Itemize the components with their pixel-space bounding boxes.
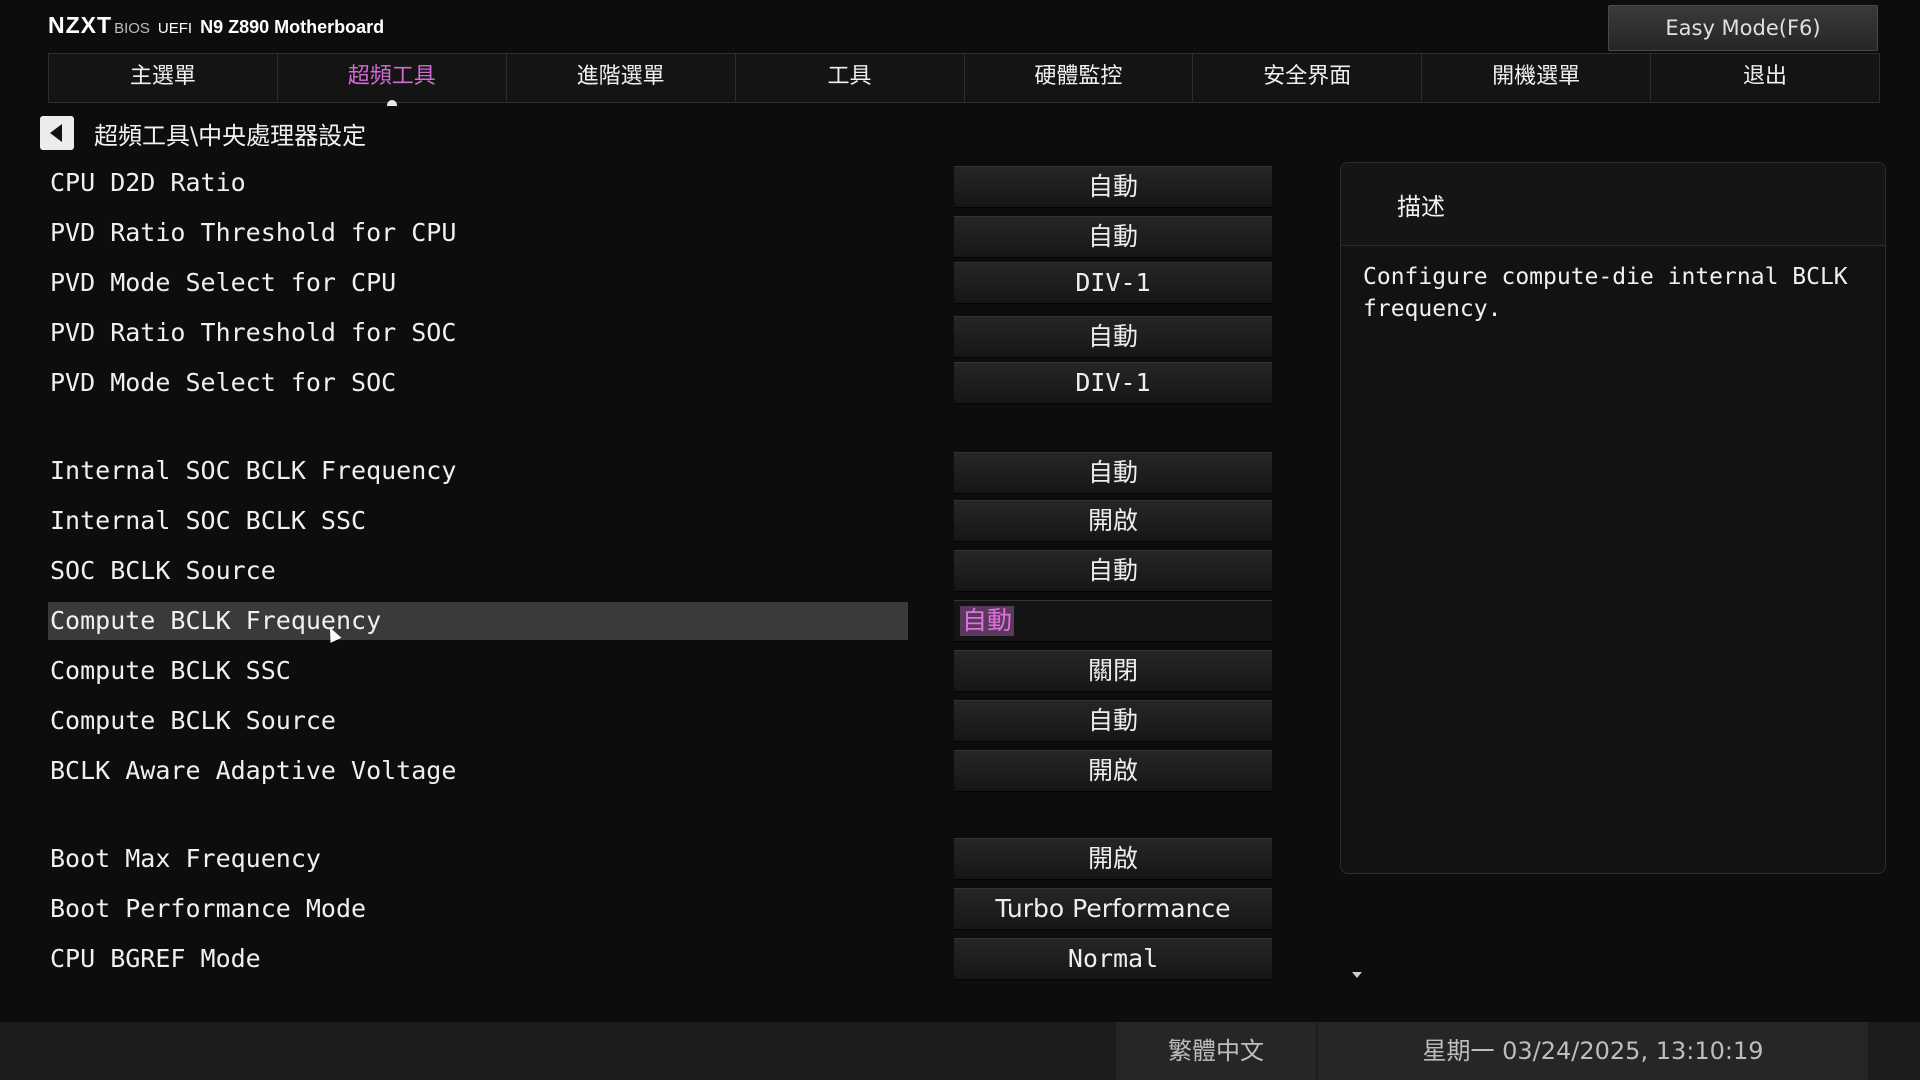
setting-row-selected[interactable]: Compute BCLK Frequency 自動: [48, 600, 1348, 642]
setting-value[interactable]: 開啟: [954, 500, 1272, 542]
setting-label: BCLK Aware Adaptive Voltage: [50, 756, 457, 785]
setting-row[interactable]: PVD Ratio Threshold for CPU 自動: [48, 214, 1348, 258]
setting-value[interactable]: 自動: [954, 316, 1272, 358]
setting-value[interactable]: 自動: [954, 600, 1272, 642]
setting-row[interactable]: Boot Performance Mode Turbo Performance: [48, 888, 1348, 930]
tab-exit[interactable]: 退出: [1650, 53, 1880, 103]
setting-value[interactable]: 開啟: [954, 838, 1272, 880]
setting-value[interactable]: 自動: [954, 452, 1272, 494]
setting-value-highlighted: 自動: [960, 606, 1015, 636]
scroll-down-icon[interactable]: [1352, 972, 1362, 978]
setting-value[interactable]: 自動: [954, 700, 1272, 742]
description-title: 描述: [1397, 193, 1445, 221]
setting-value[interactable]: 自動: [954, 216, 1272, 258]
setting-row[interactable]: CPU D2D Ratio 自動: [48, 164, 1348, 208]
setting-row[interactable]: Compute BCLK SSC 關閉: [48, 650, 1348, 692]
setting-label: PVD Ratio Threshold for CPU: [50, 218, 457, 247]
description-text: Configure compute-die internal BCLK freq…: [1363, 264, 1848, 322]
setting-label: Compute BCLK Frequency: [48, 602, 908, 640]
setting-row[interactable]: Boot Max Frequency 開啟: [48, 838, 1348, 880]
setting-label: PVD Ratio Threshold for SOC: [50, 318, 457, 347]
setting-label: SOC BCLK Source: [50, 556, 276, 585]
setting-value[interactable]: Turbo Performance: [954, 888, 1272, 930]
tab-boot[interactable]: 開機選單: [1421, 53, 1651, 103]
setting-label: Internal SOC BCLK SSC: [50, 506, 367, 535]
setting-value[interactable]: Normal: [954, 938, 1272, 980]
settings-list: CPU D2D Ratio 自動 PVD Ratio Threshold for…: [48, 0, 1365, 1000]
setting-value[interactable]: 自動: [954, 166, 1272, 208]
setting-label: Compute BCLK SSC: [50, 656, 291, 685]
setting-row[interactable]: PVD Ratio Threshold for SOC 自動: [48, 314, 1348, 358]
setting-label: Boot Max Frequency: [50, 844, 321, 873]
setting-value[interactable]: 開啟: [954, 750, 1272, 792]
datetime-display: 星期一 03/24/2025, 13:10:19: [1318, 1022, 1868, 1080]
setting-label: Compute BCLK Source: [50, 706, 336, 735]
setting-value[interactable]: 關閉: [954, 650, 1272, 692]
setting-row[interactable]: Compute BCLK Source 自動: [48, 700, 1348, 742]
setting-label: PVD Mode Select for SOC: [50, 368, 397, 397]
setting-label: Boot Performance Mode: [50, 894, 367, 923]
setting-label: Internal SOC BCLK Frequency: [50, 456, 457, 485]
description-panel: 描述 Configure compute-die internal BCLK f…: [1340, 162, 1886, 874]
setting-label: PVD Mode Select for CPU: [50, 268, 397, 297]
setting-row[interactable]: Internal SOC BCLK SSC 開啟: [48, 500, 1348, 542]
setting-row[interactable]: SOC BCLK Source 自動: [48, 550, 1348, 592]
setting-value[interactable]: DIV-1: [954, 262, 1272, 304]
setting-value[interactable]: 自動: [954, 550, 1272, 592]
setting-label: CPU D2D Ratio: [50, 168, 246, 197]
easy-mode-button[interactable]: Easy Mode(F6): [1608, 5, 1878, 51]
setting-row[interactable]: BCLK Aware Adaptive Voltage 開啟: [48, 750, 1348, 792]
setting-row[interactable]: CPU BGREF Mode Normal: [48, 938, 1348, 980]
setting-row[interactable]: PVD Mode Select for SOC DIV-1: [48, 362, 1348, 404]
setting-label: CPU BGREF Mode: [50, 944, 261, 973]
language-selector[interactable]: 繁體中文: [1116, 1022, 1316, 1080]
setting-row[interactable]: PVD Mode Select for CPU DIV-1: [48, 262, 1348, 304]
footer-bar: 繁體中文 星期一 03/24/2025, 13:10:19: [0, 1022, 1920, 1080]
setting-value[interactable]: DIV-1: [954, 362, 1272, 404]
setting-row[interactable]: Internal SOC BCLK Frequency 自動: [48, 452, 1348, 494]
